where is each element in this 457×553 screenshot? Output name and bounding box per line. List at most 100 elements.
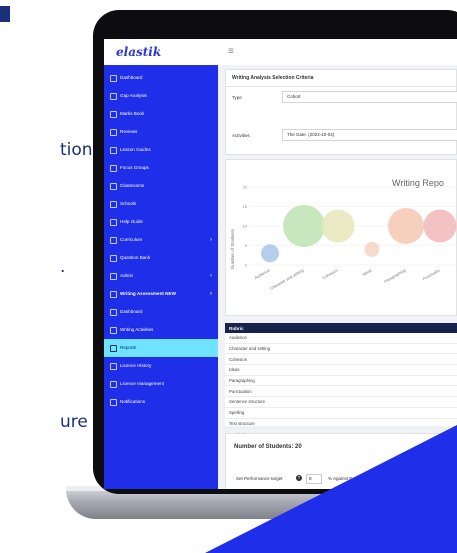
sidebar-item-label: Dashboard xyxy=(120,75,143,80)
sidebar-item-writing-assessment-new[interactable]: Writing Assessment NEW › xyxy=(104,285,218,303)
sidebar-item-writing-activities[interactable]: Writing Activities xyxy=(104,321,218,339)
sidebar-item-dashboard[interactable]: Dashboard xyxy=(104,303,218,321)
type-label: Type xyxy=(232,95,242,100)
y-tick-label: 0 xyxy=(245,263,248,268)
sidebar-item-reports[interactable]: Reports xyxy=(104,339,218,357)
table-row: Cohesion xyxy=(225,353,457,366)
rubric-header: Rubric xyxy=(225,323,457,333)
sidebar-item-notifications[interactable]: Notifications xyxy=(104,393,218,411)
rubric-table: Rubric Audience Character and setting Cohe… xyxy=(225,323,457,440)
table-row: Ideas xyxy=(225,364,457,376)
help-guide-icon xyxy=(110,219,117,226)
rubric-cell: Punctuation xyxy=(225,385,457,398)
lesson-guides-icon xyxy=(110,147,117,154)
writing-activities-icon xyxy=(110,327,117,334)
against-benchmark-label: % Against Benc xyxy=(328,476,360,481)
sidebar-item-licence-management[interactable]: Licence management xyxy=(104,375,218,393)
main-content: Writing Analysis Selection Criteria Type… xyxy=(218,65,457,489)
criteria-title: Writing Analysis Selection Criteria xyxy=(226,70,456,87)
activities-select[interactable]: The Gate. (2022-10-04) xyxy=(282,129,457,141)
schools-icon xyxy=(110,201,117,208)
chevron-right-icon: › xyxy=(210,291,212,297)
table-row: Punctuation xyxy=(225,385,457,398)
bubble-audience xyxy=(261,244,279,263)
sidebar-item-label: Writing Assessment NEW xyxy=(120,291,176,296)
sidebar-item-admin[interactable]: Admin › xyxy=(104,267,218,285)
top-bar: ≡ xyxy=(218,39,457,66)
reports-icon xyxy=(110,345,117,352)
sidebar-item-focus-groups[interactable]: Focus Groups xyxy=(104,159,218,177)
classrooms-icon xyxy=(110,183,117,190)
marks-book-icon xyxy=(110,111,117,118)
x-tick-label: Cohesion xyxy=(321,268,338,281)
bubble-character-and-setting xyxy=(283,205,325,247)
sidebar-item-label: Question Bank xyxy=(120,255,151,260)
sidebar-item-reviews[interactable]: Reviews xyxy=(104,123,218,141)
table-row: Audience xyxy=(225,333,457,344)
curriculum-icon xyxy=(110,237,117,244)
sidebar-item-schools[interactable]: Schools xyxy=(104,195,218,213)
sidebar-item-label: Writing Activities xyxy=(120,327,154,332)
admin-icon xyxy=(110,273,117,280)
performance-target-input[interactable]: 0 xyxy=(306,474,322,484)
bubble-punctuatio xyxy=(423,209,457,243)
x-tick-label: Audience xyxy=(254,267,272,280)
table-row: Character and setting xyxy=(225,343,457,355)
x-tick-label: Ideas xyxy=(362,268,373,277)
sidebar-item-dashboard[interactable]: Dashboard xyxy=(104,69,218,87)
sidebar-item-label: Reports xyxy=(120,345,137,350)
sidebar-item-classrooms[interactable]: Classrooms xyxy=(104,177,218,195)
rubric-cell: Audience xyxy=(225,333,457,344)
sidebar-item-question-bank[interactable]: Question Bank xyxy=(104,249,218,267)
rubric-table-card: Rubric Audience Character and setting Cohe… xyxy=(225,323,457,440)
question-bank-icon xyxy=(110,255,117,262)
reviews-icon xyxy=(110,129,117,136)
bubble-chart: 0 5 10 15 20 AudienceCharacter and setting Coh… xyxy=(243,185,457,291)
sidebar-item-label: Dashboard xyxy=(120,309,143,314)
bubble-ideas xyxy=(364,241,380,257)
sidebar-item-help-guide[interactable]: Help Guide xyxy=(104,213,218,231)
background-text-2: . xyxy=(60,257,66,277)
sidebar-item-label: Focus Groups xyxy=(120,165,149,170)
licence-management-icon xyxy=(110,381,117,388)
sidebar-item-lesson-guides[interactable]: Lesson Guides xyxy=(104,141,218,159)
sidebar-item-label: Classrooms xyxy=(120,183,145,188)
chevron-right-icon: › xyxy=(210,237,212,243)
bubble-cohesion xyxy=(321,209,355,243)
sidebar-item-licence-history[interactable]: Licence History xyxy=(104,357,218,375)
notifications-icon xyxy=(110,399,117,406)
sidebar-item-label: Curriculum xyxy=(120,237,143,242)
performance-target-label: Set Performance target xyxy=(236,476,283,481)
type-select[interactable]: Cohort xyxy=(282,91,457,103)
chevron-right-icon: › xyxy=(210,273,212,279)
sidebar-item-label: Help Guide xyxy=(120,219,143,224)
help-icon[interactable]: ? xyxy=(296,475,302,481)
sidebar-item-marks-book[interactable]: Marks Book xyxy=(104,105,218,123)
dashboard-icon xyxy=(110,309,117,316)
rubric-cell: Paragraphing xyxy=(225,375,457,387)
hamburger-menu-icon[interactable]: ≡ xyxy=(228,46,234,57)
sidebar-item-gap-analysis[interactable]: Gap Analysis xyxy=(104,87,218,105)
table-row: Sentence structure xyxy=(225,396,457,408)
bubble-paragraphing xyxy=(388,208,424,244)
logo-area: elastik xyxy=(104,39,218,65)
licence-history-icon xyxy=(110,363,117,370)
sidebar-item-curriculum[interactable]: Curriculum › xyxy=(104,231,218,249)
x-tick-label: Character and setting xyxy=(269,268,305,291)
sidebar-item-label: Schools xyxy=(120,201,137,206)
sidebar-item-label: Lesson Guides xyxy=(120,147,151,152)
sidebar-item-label: Gap Analysis xyxy=(120,93,147,98)
dashboard-icon xyxy=(110,75,117,82)
activities-label: Activities xyxy=(232,133,250,138)
rubric-cell: Cohesion xyxy=(225,353,457,366)
x-tick-label: Punctuatio xyxy=(422,267,442,281)
sidebar-item-label: Licence History xyxy=(120,363,152,368)
decorative-bar xyxy=(0,6,10,22)
sidebar-item-label: Notifications xyxy=(120,399,146,404)
writing-assessment-icon xyxy=(110,291,117,298)
table-row: Text structure xyxy=(225,418,457,430)
laptop-screen: elastik Dashboard Gap Analysis Marks Book R… xyxy=(104,39,457,489)
app-logo[interactable]: elastik xyxy=(116,45,161,59)
sidebar: elastik Dashboard Gap Analysis Marks Book R… xyxy=(104,39,218,489)
rubric-cell: Spelling xyxy=(225,407,457,419)
